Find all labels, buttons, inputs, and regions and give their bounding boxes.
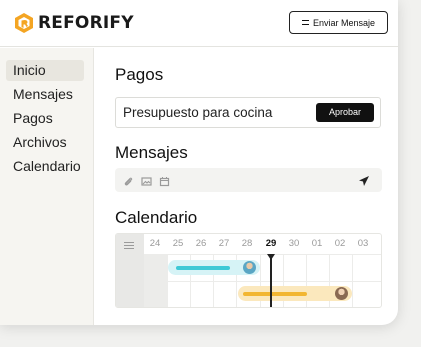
pagos-title: Pagos (115, 65, 164, 84)
calendar-day[interactable]: 24 (144, 234, 166, 254)
approve-button[interactable]: Aprobar (316, 103, 374, 122)
calendar-side-column (116, 234, 144, 307)
calendar-day[interactable]: 30 (283, 234, 305, 254)
grid-line (144, 254, 381, 255)
calendar-day[interactable]: 01 (306, 234, 328, 254)
event-1-avatar[interactable] (243, 261, 256, 274)
sidebar-item-calendario[interactable]: Calendario (6, 156, 84, 177)
calendar-day[interactable]: 02 (329, 234, 351, 254)
message-input-bar[interactable] (115, 168, 382, 192)
payment-item: Presupuesto para cocina Aprobar (115, 97, 381, 128)
sidebar: Inicio Mensajes Pagos Archivos Calendari… (0, 48, 94, 325)
logo-text: REFORIFY (38, 13, 134, 33)
mensajes-title: Mensajes (115, 143, 188, 162)
grid-line (144, 281, 381, 282)
top-bar: REFORIFY Enviar Mensaje (0, 0, 398, 47)
menu-icon[interactable] (124, 242, 134, 249)
sidebar-item-mensajes[interactable]: Mensajes (6, 84, 84, 105)
event-2-avatar[interactable] (335, 287, 348, 300)
image-icon[interactable] (141, 174, 152, 192)
calendario-title: Calendario (115, 208, 198, 227)
send-message-label: Enviar Mensaje (312, 17, 376, 28)
sidebar-item-archivos[interactable]: Archivos (6, 132, 84, 153)
reforify-logo-icon (14, 12, 34, 34)
main-content: Pagos Presupuesto para cocina Aprobar Me… (95, 48, 398, 325)
sidebar-item-inicio[interactable]: Inicio (6, 60, 84, 81)
calendar-grid: 24 25 26 27 28 29 30 01 02 03 (115, 233, 382, 308)
calendar-day[interactable]: 25 (167, 234, 189, 254)
calendar-day[interactable]: 26 (190, 234, 212, 254)
calendar-day[interactable]: 27 (213, 234, 235, 254)
sidebar-item-pagos[interactable]: Pagos (6, 108, 84, 129)
calendar-day[interactable]: 28 (236, 234, 258, 254)
logo[interactable]: REFORIFY (14, 12, 134, 34)
calendar-day[interactable]: 03 (352, 234, 374, 254)
today-line (270, 258, 272, 307)
calendar-day-today[interactable]: 29 (260, 234, 282, 254)
event-bar-1-fill (176, 266, 230, 270)
app-window: REFORIFY Enviar Mensaje Inicio Mensajes … (0, 0, 398, 325)
payment-item-text: Presupuesto para cocina (123, 105, 273, 120)
paperclip-icon[interactable] (123, 174, 134, 192)
send-message-button[interactable]: Enviar Mensaje (289, 11, 388, 34)
menu-icon (301, 20, 309, 25)
event-bar-2-fill (243, 292, 307, 296)
send-icon[interactable] (358, 174, 370, 192)
calendar-icon[interactable] (159, 174, 170, 192)
